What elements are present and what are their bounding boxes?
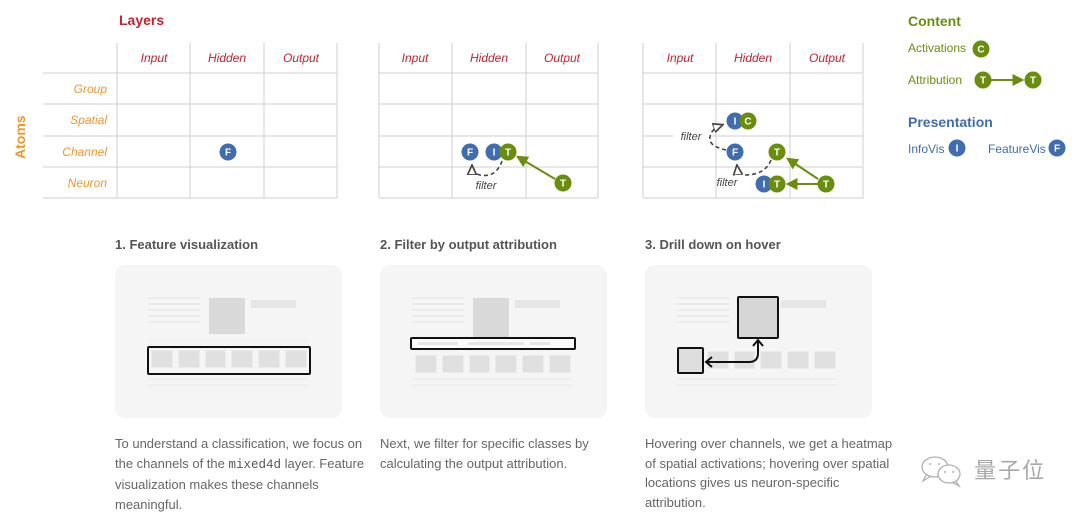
svg-text:F: F (467, 148, 473, 159)
highlight-box-channels (147, 346, 311, 375)
svg-text:T: T (505, 148, 511, 159)
row-head-spatial: Spatial (70, 113, 107, 127)
legend-attribution-label: Attribution (908, 73, 963, 87)
svg-text:F: F (1054, 144, 1060, 155)
diagram-panel-2: Input Hidden Output filter F I T T (378, 43, 599, 199)
col-head-hidden: Hidden (470, 51, 508, 65)
drill-down-arrow (704, 338, 764, 368)
step-2-card (380, 265, 607, 418)
attribution-legend-icon-to: T (1024, 71, 1042, 89)
col-head-hidden: Hidden (208, 51, 246, 65)
col-head-input: Input (402, 51, 429, 65)
col-head-input: Input (667, 51, 694, 65)
filter-arrow (472, 160, 503, 177)
svg-text:F: F (225, 148, 231, 159)
svg-text:I: I (763, 180, 766, 191)
infovis-legend-icon: I (948, 139, 966, 157)
mock-thumb (415, 355, 437, 373)
legend-activations-label: Activations (908, 41, 967, 55)
svg-text:T: T (560, 179, 566, 190)
mock-thumb (441, 355, 464, 373)
attribution-node-channel: T (768, 143, 786, 161)
mock-main-image (473, 298, 509, 338)
svg-text:T: T (980, 76, 986, 87)
step-3-description: Hovering over channels, we get a heatmap… (645, 436, 893, 510)
step-1-card (115, 265, 342, 418)
mock-thumb (468, 355, 491, 373)
attribution-arrow-channel (786, 157, 819, 180)
mock-thumb (522, 355, 545, 373)
watermark: 量子位 (920, 453, 1046, 489)
featurevis-node: F (219, 143, 237, 161)
svg-text:I: I (734, 117, 737, 128)
mock-thumb (549, 355, 571, 373)
mock-select-right (530, 342, 550, 345)
svg-text:C: C (977, 45, 984, 56)
highlight-box-filter-bar (410, 337, 576, 350)
mock-bar (148, 338, 308, 342)
mock-captions (148, 378, 308, 386)
attribution-source-node: T (554, 174, 572, 192)
step-2-description: Next, we filter for specific classes by … (380, 436, 589, 471)
svg-text:T: T (774, 148, 780, 159)
attribution-source-node: T (817, 175, 835, 193)
mock-main-image (209, 298, 245, 334)
diagram-panel-1: Input Hidden Output Group Spatial Channe… (43, 43, 338, 199)
mock-text-block (412, 297, 464, 325)
svg-text:C: C (744, 117, 751, 128)
col-head-output: Output (809, 51, 846, 65)
svg-text:T: T (823, 180, 829, 191)
mock-captions (412, 378, 572, 386)
attribution-node: T (499, 143, 517, 161)
mock-slider (468, 342, 524, 345)
activations-legend-icon: C (972, 40, 990, 58)
legend-infovis-label: InfoVis (908, 142, 945, 156)
legend-presentation-title: Presentation (908, 114, 993, 130)
svg-text:F: F (732, 148, 738, 159)
filter-label-channel: filter (717, 177, 739, 189)
featurevis-node: F (726, 143, 744, 161)
step-2-title: 2. Filter by output attribution (380, 237, 557, 252)
mock-thumb (495, 355, 518, 373)
step-3-title: 3. Drill down on hover (645, 237, 781, 252)
step-1-title: 1. Feature visualization (115, 237, 259, 252)
filter-label-spatial: filter (681, 131, 703, 143)
col-head-input: Input (141, 51, 168, 65)
featurevis-legend-icon: F (1048, 139, 1066, 157)
watermark-text: 量子位 (974, 458, 1047, 483)
mock-select-left (418, 342, 458, 345)
svg-text:T: T (1030, 76, 1036, 87)
filter-label: filter (476, 180, 498, 192)
row-head-group: Group (74, 82, 108, 96)
step-3-card (645, 265, 872, 418)
row-head-channel: Channel (62, 145, 107, 159)
diagram-panel-3: Input Hidden Output filter filter I C F … (642, 43, 864, 199)
filter-arrow-spatial (709, 125, 727, 151)
attribution-arrow (515, 155, 556, 180)
row-head-neuron: Neuron (68, 176, 108, 190)
legend-featurevis-label: FeatureVis (988, 142, 1046, 156)
mock-captions (677, 378, 837, 386)
col-head-hidden: Hidden (734, 51, 772, 65)
attribution-node-neuron: T (768, 175, 786, 193)
svg-text:T: T (774, 180, 780, 191)
mock-thumb-strip (412, 353, 574, 375)
activations-node: C (739, 112, 757, 130)
mock-icons-strip (251, 300, 296, 308)
svg-text:I: I (493, 148, 496, 159)
wechat-icon (921, 456, 961, 488)
legend-graphics: C T T I F (948, 40, 1066, 157)
step-1-desc-code: mixed4d (228, 457, 281, 472)
attribution-legend-icon-from: T (974, 71, 992, 89)
legend-content-title: Content (908, 13, 961, 29)
mock-icons-strip (515, 300, 560, 308)
featurevis-node: F (461, 143, 479, 161)
mock-text-block (148, 297, 200, 325)
step-1-description: To understand a classification, we focus… (115, 434, 365, 514)
col-head-output: Output (283, 51, 320, 65)
col-head-output: Output (544, 51, 581, 65)
svg-text:I: I (956, 144, 959, 155)
